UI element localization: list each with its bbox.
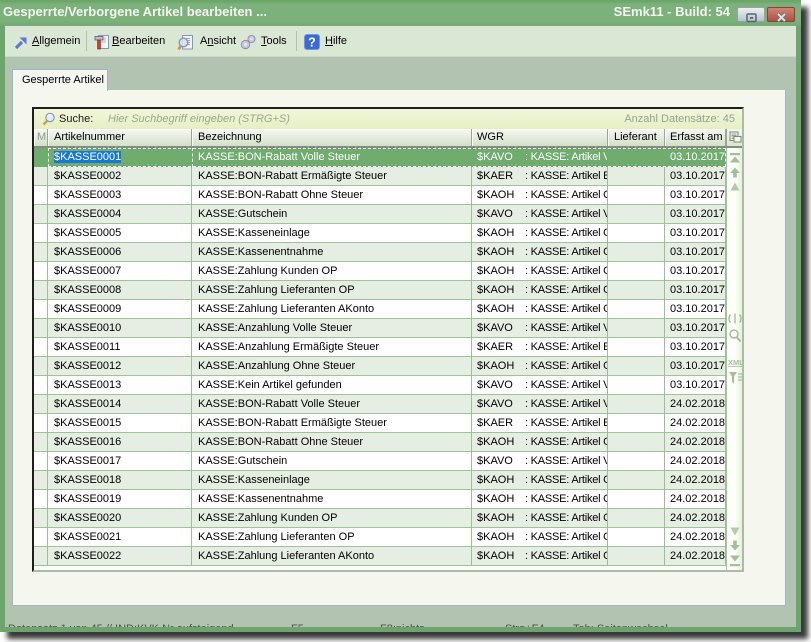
svg-text:XML: XML [728, 358, 743, 367]
svg-text:?: ? [308, 36, 316, 50]
